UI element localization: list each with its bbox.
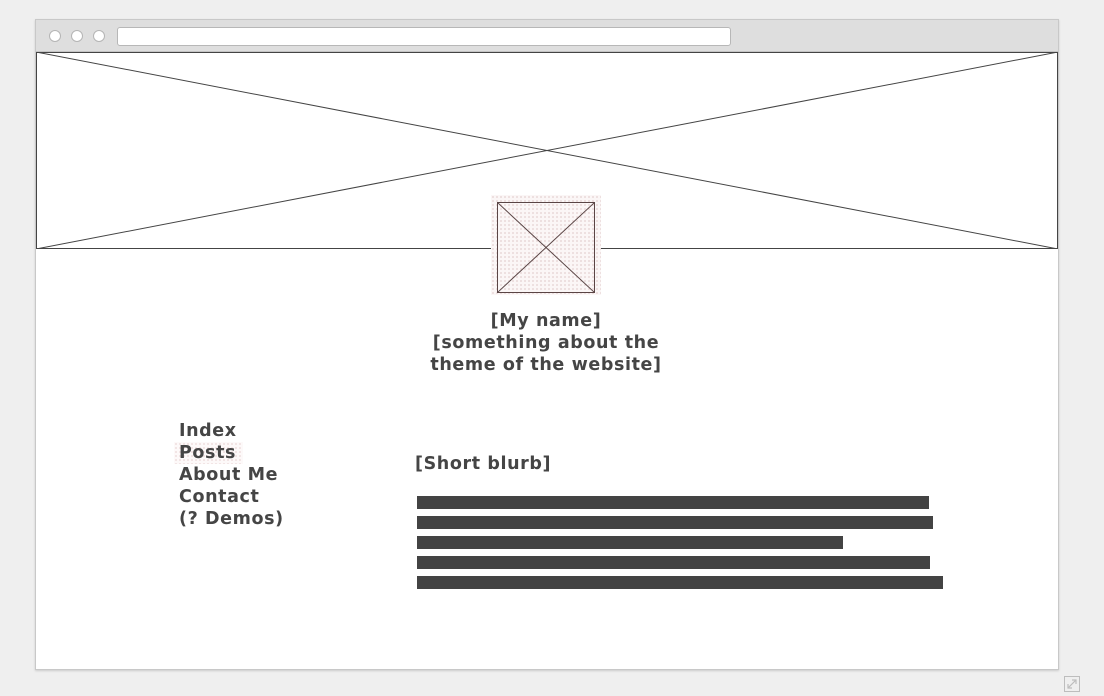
text-line-placeholder — [417, 496, 929, 509]
avatar-image-placeholder-icon — [497, 202, 595, 293]
blurb-text-placeholder — [417, 496, 943, 596]
site-tagline-line-2: theme of the website] — [430, 355, 662, 375]
nav-item-posts[interactable]: Posts — [174, 442, 244, 464]
text-line-placeholder — [417, 536, 843, 549]
minimize-dot[interactable] — [71, 30, 83, 42]
close-dot[interactable] — [49, 30, 61, 42]
browser-titlebar — [36, 20, 1058, 52]
nav-item-about-me[interactable]: About Me — [179, 464, 284, 486]
resize-icon[interactable] — [1064, 676, 1080, 692]
text-line-placeholder — [417, 576, 943, 589]
text-line-placeholder — [417, 556, 930, 569]
maximize-dot[interactable] — [93, 30, 105, 42]
site-tagline-line-1: [something about the — [432, 333, 660, 353]
nav-item-contact[interactable]: Contact — [179, 486, 284, 508]
text-line-placeholder — [417, 516, 933, 529]
avatar — [491, 195, 601, 295]
browser-window: [My name] [something about the theme of … — [35, 19, 1059, 670]
site-owner-name: [My name] — [490, 311, 602, 331]
avatar-cross-graphic — [498, 203, 594, 292]
url-bar[interactable] — [117, 27, 731, 46]
blurb-title: [Short blurb] — [415, 454, 552, 474]
nav-item-index[interactable]: Index — [179, 420, 284, 442]
nav-item-demos[interactable]: (? Demos) — [179, 508, 284, 530]
site-nav: Index Posts About Me Contact (? Demos) — [174, 420, 284, 530]
site-heading: [My name] [something about the theme of … — [366, 310, 726, 376]
